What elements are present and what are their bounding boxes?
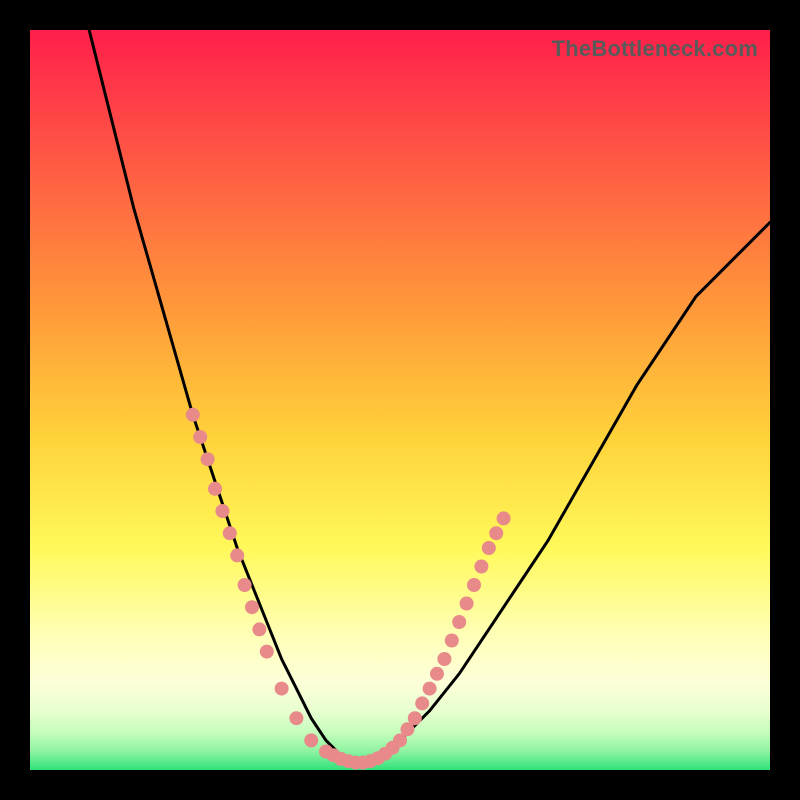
marker-dot xyxy=(460,597,474,611)
marker-dot xyxy=(215,504,229,518)
bottleneck-curve-path xyxy=(89,30,770,763)
marker-dot xyxy=(474,560,488,574)
marker-dot xyxy=(289,711,303,725)
marker-dot xyxy=(467,578,481,592)
marker-dot xyxy=(201,452,215,466)
marker-dot xyxy=(186,408,200,422)
marker-dot xyxy=(208,482,222,496)
marker-dot xyxy=(230,548,244,562)
marker-dot xyxy=(252,622,266,636)
marker-dot xyxy=(193,430,207,444)
chart-overlay xyxy=(30,30,770,770)
marker-dot xyxy=(437,652,451,666)
marker-dot xyxy=(275,682,289,696)
marker-dot xyxy=(304,733,318,747)
marker-dot xyxy=(423,682,437,696)
marker-dot xyxy=(408,711,422,725)
marker-dot xyxy=(415,696,429,710)
marker-dot xyxy=(245,600,259,614)
marker-dot xyxy=(238,578,252,592)
marker-dot xyxy=(430,667,444,681)
marker-dot xyxy=(445,634,459,648)
marker-dot xyxy=(223,526,237,540)
chart-frame: TheBottleneck.com xyxy=(30,30,770,770)
marker-dot xyxy=(489,526,503,540)
marker-dot xyxy=(482,541,496,555)
bottleneck-curve xyxy=(89,30,770,763)
marker-cluster xyxy=(186,408,511,770)
marker-dot xyxy=(452,615,466,629)
marker-dot xyxy=(260,645,274,659)
marker-dot xyxy=(497,511,511,525)
